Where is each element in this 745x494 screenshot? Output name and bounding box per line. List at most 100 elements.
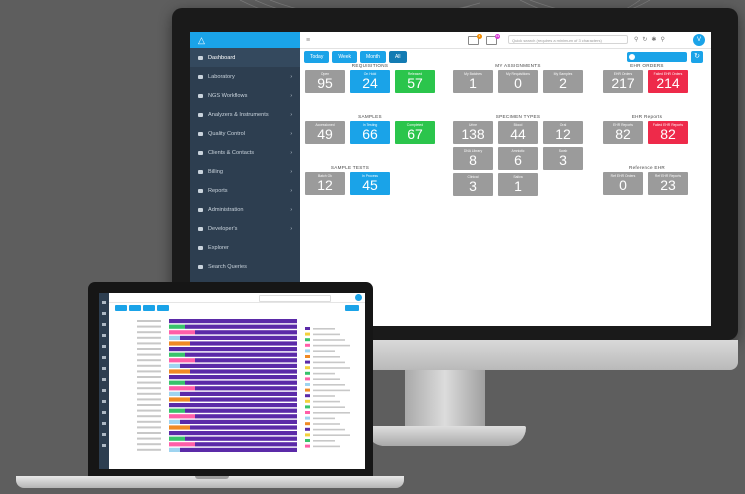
- bar-segment: [195, 330, 297, 335]
- chevron-right-icon: ›: [290, 168, 292, 175]
- row-label-placeholder: [137, 387, 161, 390]
- sidebar-item-explorer[interactable]: Explorer: [190, 238, 300, 257]
- sidebar-item-label: Clients & Contacts: [208, 149, 255, 156]
- sidebar-item-label: Explorer: [208, 244, 229, 251]
- laptop-search-input[interactable]: [259, 295, 331, 302]
- sample-tests-tile[interactable]: Batch Ok 12: [305, 172, 345, 195]
- sidebar-item-search-queries[interactable]: Search Queries: [190, 257, 300, 276]
- bar-segment: [180, 447, 297, 452]
- legend-label-placeholder: [313, 428, 345, 431]
- sidebar-item-developer-s[interactable]: Developer's ›: [190, 219, 300, 238]
- requisitions-tile[interactable]: On Hold 24: [350, 70, 390, 93]
- requisitions-tile[interactable]: Open 95: [305, 70, 345, 93]
- specimen-types-tile[interactable]: Oral 12: [543, 121, 583, 144]
- laptop-filter-buttons[interactable]: [115, 305, 169, 311]
- legend-swatch: [305, 411, 310, 414]
- monitor-stand: [405, 370, 485, 428]
- specimen-types-tile[interactable]: Saliva 1: [498, 173, 538, 196]
- filter-today-button[interactable]: Today: [304, 51, 330, 63]
- sidebar-item-analyzers-instruments[interactable]: Analyzers & Instruments ›: [190, 105, 300, 124]
- ehr-orders-tile[interactable]: EHR Orders 217: [603, 70, 643, 93]
- folder-icon: [198, 226, 203, 231]
- avatar[interactable]: V: [693, 34, 705, 46]
- flask-logo-icon: △: [198, 34, 205, 45]
- specimen-types-tile[interactable]: Blood 44: [498, 121, 538, 144]
- specimen-types-tile[interactable]: Amniotic 6: [498, 147, 538, 170]
- laptop-reset-button[interactable]: [345, 305, 359, 311]
- reference-ehr-tile[interactable]: Ref EHR Reports 23: [648, 172, 688, 195]
- sidebar-item-label: Developer's: [208, 225, 238, 232]
- tile-value: 23: [660, 177, 676, 193]
- sidebar-item-dashboard[interactable]: Dashboard: [190, 48, 300, 67]
- specimen-types-tile[interactable]: DNA Library 8: [453, 147, 493, 170]
- ehr-reports-tile[interactable]: EHR Reports 82: [603, 121, 643, 144]
- specimen-types-tile[interactable]: Clinical 3: [453, 173, 493, 196]
- chat-icon[interactable]: 19: [486, 34, 500, 45]
- legend-label-placeholder: [313, 395, 335, 397]
- sidebar-item-administration[interactable]: Administration ›: [190, 200, 300, 219]
- sample-tests-tile[interactable]: In Process 45: [350, 172, 390, 195]
- row-label-placeholder: [137, 376, 161, 378]
- filter-all-button[interactable]: All: [388, 51, 407, 63]
- tile-label: My Batches: [464, 72, 482, 76]
- row-label-placeholder: [137, 437, 161, 440]
- sidebar-item-reports[interactable]: Reports ›: [190, 181, 300, 200]
- bar-segment: [190, 397, 297, 402]
- ehr-orders-tile[interactable]: Failed EHR Orders 214: [648, 70, 688, 93]
- my-assignments-tile[interactable]: My Batches 1: [453, 70, 493, 93]
- tile-label: DNA Library: [463, 149, 483, 153]
- user-select[interactable]: [627, 52, 687, 62]
- bar-segment: [169, 397, 190, 402]
- search-input[interactable]: Quick search (requires a minimum of 3 ch…: [508, 35, 628, 44]
- bar-segment: [169, 335, 180, 340]
- hamburger-icon[interactable]: ≡: [306, 37, 310, 44]
- mail-icon[interactable]: 4: [468, 34, 482, 45]
- sidebar-item-laboratory[interactable]: Laboratory ›: [190, 67, 300, 86]
- legend-label-placeholder: [313, 372, 335, 375]
- samples-title: SAMPLES: [358, 114, 382, 119]
- row-label-placeholder: [137, 448, 161, 451]
- reference-ehr-tile[interactable]: Ref EHR Orders 0: [603, 172, 643, 195]
- tile-value: 82: [615, 126, 631, 142]
- toolbar-icons[interactable]: ⚲↻✱⚲: [634, 36, 669, 43]
- my-assignments-tile[interactable]: My Requisitions 0: [498, 70, 538, 93]
- mail-badge: 4: [477, 34, 482, 39]
- samples-tile[interactable]: Completed 67: [395, 121, 435, 144]
- refresh-button[interactable]: ↻: [691, 51, 703, 63]
- tile-value: 49: [317, 126, 333, 142]
- laptop-avatar[interactable]: [355, 294, 362, 301]
- tile-label: In Process: [361, 174, 379, 178]
- legend-label-placeholder: [313, 406, 345, 408]
- specimen-types-tile[interactable]: Urine 138: [453, 121, 493, 144]
- sidebar-item-clients-contacts[interactable]: Clients & Contacts ›: [190, 143, 300, 162]
- filter-month-button[interactable]: Month: [360, 51, 386, 63]
- legend-label-placeholder: [313, 344, 350, 347]
- legend-swatch: [305, 433, 310, 437]
- brand-bar[interactable]: △: [190, 32, 300, 48]
- samples-tile[interactable]: In Testing 66: [350, 121, 390, 144]
- laptop-top-bar: [109, 293, 365, 303]
- bar-segment: [169, 341, 190, 346]
- legend-swatch: [305, 422, 310, 426]
- legend-label-placeholder: [313, 445, 340, 448]
- folder-icon: [198, 188, 203, 193]
- bar-segment: [185, 436, 297, 441]
- sidebar-item-ngs-workflows[interactable]: NGS Workflows ›: [190, 86, 300, 105]
- bar-segment: [195, 358, 297, 363]
- tile-label: EHR Orders: [613, 72, 633, 76]
- sidebar-item-billing[interactable]: Billing ›: [190, 162, 300, 181]
- folder-icon: [198, 131, 203, 136]
- ehr-reports-tile[interactable]: Failed EHR Reports 82: [648, 121, 688, 144]
- sidebar-item-quality-control[interactable]: Quality Control ›: [190, 124, 300, 143]
- filter-week-button[interactable]: Week: [332, 51, 358, 63]
- samples-tile[interactable]: Accessioned 49: [305, 121, 345, 144]
- my-assignments-tile[interactable]: My Samples 2: [543, 70, 583, 93]
- legend-swatch: [305, 377, 310, 381]
- chevron-right-icon: ›: [290, 187, 292, 194]
- tile-value: 214: [656, 75, 680, 91]
- bar-segment: [169, 408, 185, 413]
- specimen-types-tile[interactable]: Swab 3: [543, 147, 583, 170]
- laptop-notch: [195, 476, 229, 479]
- chevron-right-icon: ›: [290, 73, 292, 80]
- requisitions-tile[interactable]: Released 57: [395, 70, 435, 93]
